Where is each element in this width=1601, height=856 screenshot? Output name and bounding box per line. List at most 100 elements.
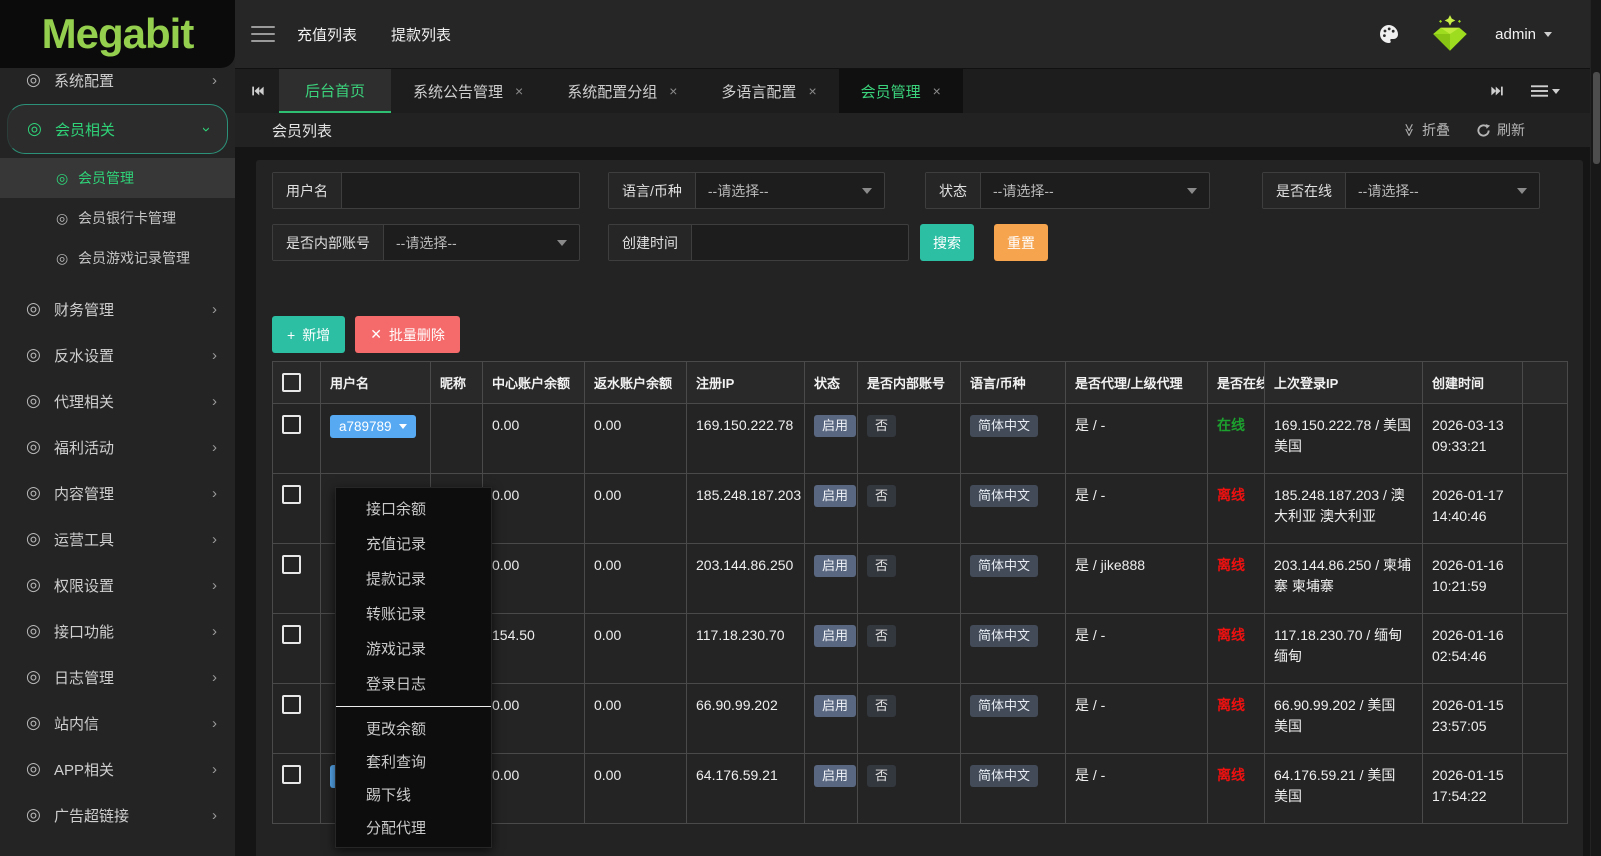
menu-item-login-log[interactable]: 登录日志 [336, 666, 491, 701]
tab-multilang[interactable]: 多语言配置 × [699, 69, 838, 113]
chevron-right-icon: › [212, 760, 217, 778]
internal-select[interactable]: --请选择-- [384, 225, 579, 260]
menu-item-arbitrage-query[interactable]: 套利查询 [336, 745, 491, 778]
menu-item-assign-agent[interactable]: 分配代理 [336, 811, 491, 844]
chevron-down-icon: › [198, 126, 215, 132]
menu-item-game-record[interactable]: 游戏记录 [336, 631, 491, 666]
collapse-button[interactable]: ≫ 折叠 [1402, 120, 1450, 140]
sidebar-item-api[interactable]: ◎ 接口功能 › [0, 608, 235, 654]
menu-item-change-balance[interactable]: 更改余额 [336, 712, 491, 745]
internal-badge: 否 [867, 625, 897, 647]
status-badge: 启用 [814, 485, 857, 507]
row-checkbox[interactable] [282, 695, 301, 714]
sidebar-item-rebate[interactable]: ◎ 反水设置 › [0, 332, 235, 378]
chevron-right-icon: › [212, 392, 217, 410]
online-status: 离线 [1217, 697, 1245, 713]
x-icon: ✕ [370, 326, 382, 342]
cell-last-login-ip: 169.150.222.78 / 美国 美国 [1264, 403, 1423, 474]
scrollbar-thumb[interactable] [1593, 72, 1600, 164]
sidebar-item-member[interactable]: ◎ 会员相关 › [7, 104, 228, 154]
sidebar-item-content[interactable]: ◎ 内容管理 › [0, 470, 235, 516]
sidebar-subitem-member-bankcard[interactable]: ◎ 会员银行卡管理 [0, 198, 235, 238]
menu-item-transfer-record[interactable]: 转账记录 [336, 596, 491, 631]
menu-item-api-balance[interactable]: 接口余额 [336, 491, 491, 526]
sidebar-item-permission[interactable]: ◎ 权限设置 › [0, 562, 235, 608]
tab-member-manage[interactable]: 会员管理 × [838, 69, 963, 113]
cell-agent: 是 / jike888 [1065, 543, 1208, 614]
sidebar-item-agent[interactable]: ◎ 代理相关 › [0, 378, 235, 424]
username-input[interactable] [342, 173, 574, 208]
tabs-scroll-right-icon[interactable] [1490, 84, 1505, 98]
row-checkbox[interactable] [282, 625, 301, 644]
close-icon[interactable]: × [515, 83, 523, 99]
cell-created-time: 2026-01-15 23:57:05 [1422, 683, 1523, 754]
chevron-right-icon: › [212, 346, 217, 364]
cell-rebate-balance: 0.00 [584, 473, 687, 544]
sidebar-item-finance[interactable]: ◎ 财务管理 › [0, 286, 235, 332]
cell-rebate-balance: 0.00 [584, 753, 687, 824]
menu-item-recharge-record[interactable]: 充值记录 [336, 526, 491, 561]
cell-last-login-ip: 117.18.230.70 / 缅甸 缅甸 [1264, 613, 1423, 684]
username-dropdown-button[interactable]: a789789 [330, 415, 416, 438]
chevron-right-icon: › [212, 484, 217, 502]
row-checkbox[interactable] [282, 765, 301, 784]
tabs-scroll-left-icon[interactable] [235, 69, 279, 113]
sidebar-subitem-member-manage[interactable]: ◎ 会员管理 [0, 158, 235, 198]
sidebar: Megabit ◎ 系统配置 › ◎ 会员相关 › ◎ 会员管理 ◎ 会员银行卡… [0, 0, 235, 856]
sidebar-item-operation[interactable]: ◎ 运营工具 › [0, 516, 235, 562]
close-icon[interactable]: × [808, 83, 816, 99]
circle-icon: ◎ [26, 667, 41, 686]
created-time-input[interactable] [692, 225, 902, 260]
sidebar-item-welfare[interactable]: ◎ 福利活动 › [0, 424, 235, 470]
sidebar-subitem-member-gamelog[interactable]: ◎ 会员游戏记录管理 [0, 238, 235, 278]
close-icon[interactable]: × [933, 83, 941, 99]
search-button[interactable]: 搜索 [920, 224, 974, 261]
sidebar-item-app[interactable]: ◎ APP相关 › [0, 746, 235, 792]
add-button[interactable]: + 新增 [272, 316, 346, 353]
reset-button[interactable]: 重置 [994, 224, 1048, 261]
cell-register-ip: 203.144.86.250 [686, 543, 805, 614]
filter-username: 用户名 [272, 172, 580, 209]
topbar-link-recharge-list[interactable]: 充值列表 [297, 24, 357, 45]
tab-system-notice[interactable]: 系统公告管理 × [391, 69, 545, 113]
chevron-down-icon [1187, 187, 1197, 194]
filter-online: 是否在线 --请选择-- [1262, 172, 1540, 209]
row-actions-menu: 接口余额 充值记录 提款记录 转账记录 游戏记录 登录日志 更改余额 套利查询 … [335, 487, 492, 848]
circle-icon: ◎ [56, 249, 69, 266]
close-icon[interactable]: × [669, 83, 677, 99]
chevron-right-icon: › [212, 438, 217, 456]
cell-rebate-balance: 0.00 [584, 403, 687, 474]
internal-badge: 否 [867, 485, 897, 507]
language-select[interactable]: --请选择-- [696, 173, 884, 208]
cell-center-balance: 0.00 [482, 403, 585, 474]
batch-delete-button[interactable]: ✕ 批量删除 [355, 316, 460, 353]
row-checkbox[interactable] [282, 415, 301, 434]
chevron-down-icon [862, 187, 872, 194]
status-select[interactable]: --请选择-- [981, 173, 1209, 208]
user-menu[interactable]: admin [1495, 26, 1552, 43]
sidebar-toggle-icon[interactable] [251, 21, 275, 47]
tabs-menu-icon[interactable] [1531, 84, 1560, 98]
page-scrollbar[interactable] [1590, 0, 1601, 856]
tab-config-group[interactable]: 系统配置分组 × [545, 69, 699, 113]
sidebar-item-log[interactable]: ◎ 日志管理 › [0, 654, 235, 700]
chevron-down-icon [557, 239, 567, 246]
cell-agent: 是 / - [1065, 613, 1208, 684]
refresh-button[interactable]: 刷新 [1476, 120, 1525, 140]
row-checkbox[interactable] [282, 555, 301, 574]
online-status: 在线 [1217, 417, 1245, 433]
row-checkbox[interactable] [282, 485, 301, 504]
select-all-checkbox[interactable] [282, 373, 301, 392]
menu-item-withdraw-record[interactable]: 提款记录 [336, 561, 491, 596]
table-header-row: 用户名 昵称 中心账户余额 返水账户余额 注册IP 状态 是否内部账号 语言/币… [272, 361, 1568, 404]
sidebar-item-message[interactable]: ◎ 站内信 › [0, 700, 235, 746]
sidebar-item-ad-link[interactable]: ◎ 广告超链接 › [0, 792, 235, 838]
tab-home[interactable]: 后台首页 [279, 69, 392, 113]
online-select[interactable]: --请选择-- [1346, 173, 1539, 208]
online-status: 离线 [1217, 627, 1245, 643]
topbar-link-withdraw-list[interactable]: 提款列表 [391, 24, 451, 45]
menu-item-kick-offline[interactable]: 踢下线 [336, 778, 491, 811]
theme-palette-icon[interactable] [1377, 22, 1401, 46]
circle-icon: ◎ [26, 70, 41, 89]
chevron-down-icon [1517, 187, 1527, 194]
